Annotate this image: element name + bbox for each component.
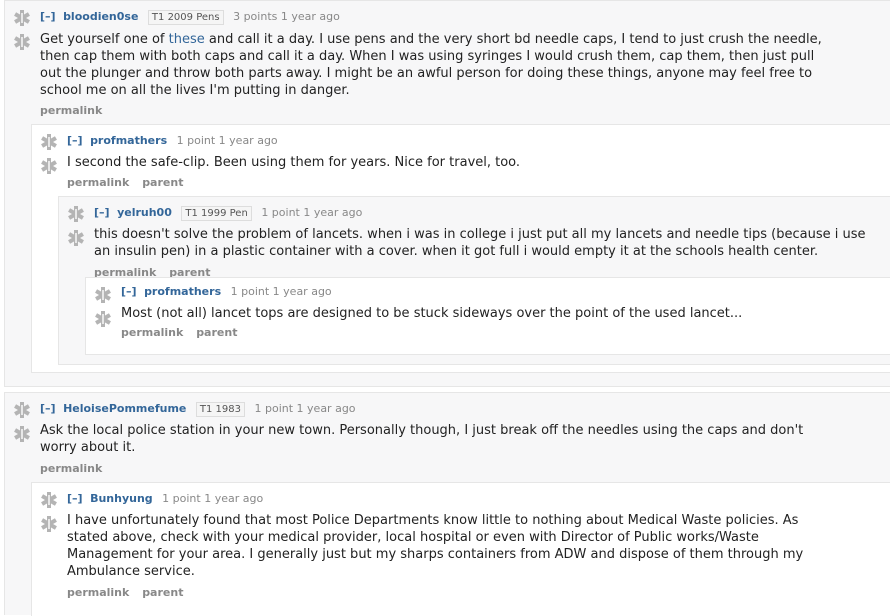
upvote-medical-star-icon[interactable] [13,401,31,419]
comment-tagline: [–] HeloisePommefume T1 1983 1 point 1 y… [40,402,356,417]
comment-score-time: 1 point 1 year ago [254,402,356,415]
permalink-link[interactable]: permalink [40,462,102,475]
downvote-medical-star-icon[interactable] [67,229,85,247]
comment-body: this doesn't solve the problem of lancet… [94,227,866,259]
upvote-medical-star-icon[interactable] [94,286,112,304]
comment-author[interactable]: profmathers [144,285,221,298]
comment-score-time: 1 point 1 year ago [162,492,264,505]
comment-buttons: permalink parent [67,586,192,599]
comment-author[interactable]: profmathers [90,134,167,147]
collapse-toggle[interactable]: [–] [40,10,56,23]
vote-column [40,491,60,533]
comment-buttons: permalink [40,462,111,475]
user-flair: T1 2009 Pens [147,10,224,25]
upvote-medical-star-icon[interactable] [40,491,58,509]
downvote-medical-star-icon[interactable] [94,310,112,328]
parent-link[interactable]: parent [196,326,237,339]
vote-column [13,401,33,443]
upvote-medical-star-icon[interactable] [67,205,85,223]
comment-body: Ask the local police station in your new… [40,423,804,455]
comment-reply-profmathers: [–] profmathers 1 point 1 year ago I sec… [31,124,890,373]
upvote-medical-star-icon[interactable] [13,9,31,27]
vote-column [13,9,33,51]
comment-author[interactable]: yelruh00 [117,206,172,219]
permalink-link[interactable]: permalink [121,326,183,339]
collapse-toggle[interactable]: [–] [94,206,110,219]
comment-body: I second the safe-clip. Been using them … [67,155,521,170]
comment-author[interactable]: bloodien0se [63,10,138,23]
parent-link[interactable]: parent [142,586,183,599]
comment-body: Most (not all) lancet tops are designed … [121,306,743,321]
these-link[interactable]: these [169,32,205,47]
comment-reply-bunhyung: [–] Bunhyung 1 point 1 year ago I have u… [31,482,890,616]
comment-tagline: [–] profmathers 1 point 1 year ago [121,285,332,299]
permalink-link[interactable]: permalink [67,586,129,599]
downvote-medical-star-icon[interactable] [40,157,58,175]
comment-buttons: permalink parent [67,176,192,189]
user-flair: T1 1999 Pen [181,206,252,221]
comment-reply-yelruh00: [–] yelruh00 T1 1999 Pen 1 point 1 year … [58,196,890,365]
comment-author[interactable]: HeloisePommefume [63,402,186,415]
downvote-medical-star-icon[interactable] [13,33,31,51]
downvote-medical-star-icon[interactable] [40,515,58,533]
comment-body: I have unfortunately found that most Pol… [67,513,804,579]
comment-score-time: 1 point 1 year ago [176,134,278,147]
downvote-medical-star-icon[interactable] [13,425,31,443]
vote-column [40,133,60,175]
parent-link[interactable]: parent [142,176,183,189]
comment-thread-1: [–] bloodien0se T1 2009 Pens 3 points 1 … [4,0,890,387]
collapse-toggle[interactable]: [–] [121,285,137,298]
comment-score-time: 1 point 1 year ago [230,285,332,298]
collapse-toggle[interactable]: [–] [67,134,83,147]
comment-tagline: [–] profmathers 1 point 1 year ago [67,134,278,148]
comment-score-time: 1 point 1 year ago [261,206,363,219]
comment-buttons: permalink [40,104,111,117]
comment-reply-profmathers-2: [–] profmathers 1 point 1 year ago Most … [85,277,890,355]
comment-author[interactable]: Bunhyung [90,492,153,505]
permalink-link[interactable]: permalink [40,104,102,117]
user-flair: T1 1983 [195,402,245,417]
collapse-toggle[interactable]: [–] [67,492,83,505]
comment-tagline: [–] bloodien0se T1 2009 Pens 3 points 1 … [40,10,340,25]
vote-column [67,205,87,247]
permalink-link[interactable]: permalink [67,176,129,189]
collapse-toggle[interactable]: [–] [40,402,56,415]
comment-buttons: permalink parent [121,326,246,339]
comment-body: Get yourself one of these and call it a … [40,32,822,98]
comment-tagline: [–] yelruh00 T1 1999 Pen 1 point 1 year … [94,206,362,221]
upvote-medical-star-icon[interactable] [40,133,58,151]
comment-tagline: [–] Bunhyung 1 point 1 year ago [67,492,263,506]
comment-thread-2: [–] HeloisePommefume T1 1983 1 point 1 y… [4,392,890,616]
comment-score-time: 3 points 1 year ago [233,10,340,23]
vote-column [94,286,114,328]
